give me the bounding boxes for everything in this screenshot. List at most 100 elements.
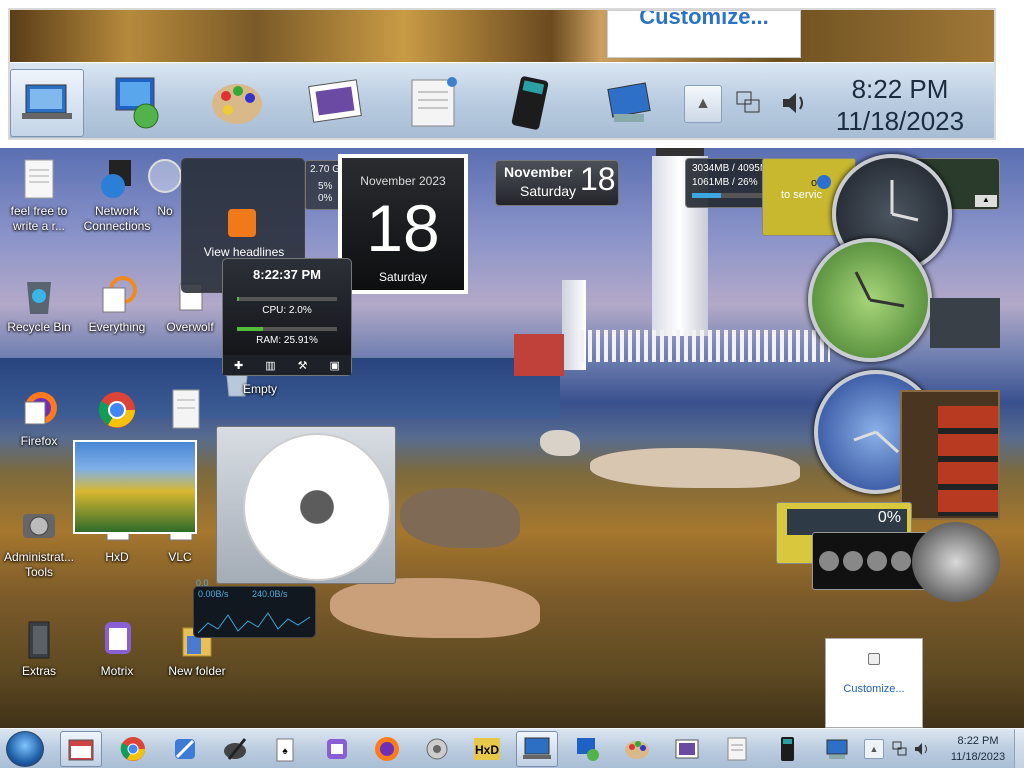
preview-customize-link[interactable]: Customize... [607,10,801,58]
wallpaper-rock [400,488,520,548]
calculator-icon[interactable] [766,731,808,767]
restart-button[interactable] [867,551,887,571]
svg-text:HxD: HxD [475,743,499,757]
chevron-up-icon: ▲ [695,95,711,112]
memory-used-percent: 1061MB / 26% [692,177,758,188]
remote-desktop-icon[interactable] [516,731,558,767]
wrench-icon[interactable]: ⚒ [298,359,308,372]
green-windows-clock-gadget[interactable] [808,238,932,362]
picture-puzzle-gadget[interactable] [900,390,1000,520]
zoom-tray-expand-button[interactable]: ▲ [684,85,722,123]
preview-viewport: Customize... ▲ 8:22 PM 11/18/2023 [8,8,996,140]
tray-expand-button[interactable]: ▲ [864,739,884,759]
everything-search-icon [102,276,137,313]
desktop-icon-everything[interactable]: Everything [78,274,156,335]
desktop-icon-label: feel free to write a r... [10,204,68,233]
sleep-button[interactable] [843,551,863,571]
solitaire-cards-icon[interactable]: ♠ [264,731,306,767]
desktop-icon-label: Everything [88,320,146,334]
info-icon [817,175,831,189]
hxd-icon[interactable]: HxD [466,731,508,767]
desktop-icon-recycle-bin[interactable]: Recycle Bin [0,274,78,335]
desktop-icon-label: New folder [168,664,226,678]
desktop-icon-label: No [157,204,173,218]
taskbar: ♠ HxD ▲ 8:22 PM 11/18/2023 [0,728,1024,768]
network-computer-icon[interactable] [102,69,176,137]
taskbar-clock[interactable]: 8:22 PM 11/18/2023 [940,733,1016,765]
motrix-icon [105,622,131,654]
wallpaper-rock [330,578,540,638]
calculator-icon[interactable] [494,69,568,137]
desktop-icon-label: VLC [168,550,192,564]
remote-desktop-icon[interactable] [10,69,84,137]
sidebar-gadget-icon[interactable] [816,731,858,767]
photo-viewer-icon[interactable] [666,731,708,767]
calendar-gadget[interactable]: November 2023 18 Saturday [338,154,468,294]
calendar-gadget-icon[interactable] [60,731,102,767]
gadget-small-icon [868,653,880,665]
customize-link[interactable]: Customize... [826,683,922,695]
settings-gear-icon[interactable] [416,731,458,767]
xcode-tools-icon[interactable] [164,731,206,767]
preview-clock[interactable]: 8:22 PM 11/18/2023 [830,73,970,137]
media-player-gadget[interactable] [216,426,396,584]
network-tray-icon[interactable] [728,69,768,137]
slideshow-gadget[interactable] [73,440,197,534]
preview-clock-date: 11/18/2023 [835,106,965,136]
lock-icon[interactable]: ▣ [330,359,340,372]
desktop-icon-admin-tools[interactable]: Administrat... Tools [0,504,78,580]
desktop-icon-label: Overwolf [166,320,214,334]
wallpaper-fence [580,330,830,362]
add-icon[interactable]: ✚ [234,359,243,372]
clock-hands-icon [854,271,905,308]
speaker-icon[interactable] [914,741,930,757]
chrome-icon[interactable] [112,731,154,767]
desktop-icon-label: Motrix [100,664,134,678]
calendar-day-number: 18 [366,191,440,265]
network-computer-icon[interactable] [566,731,608,767]
network-up-speed: 240.0B/s [252,589,288,599]
paint-palette-icon[interactable] [200,69,274,137]
cpu-core1-usage: 5% [318,181,333,192]
desktop-icon-firefox[interactable]: Firefox [0,388,78,449]
notepad-icon[interactable] [716,731,758,767]
start-button[interactable] [6,731,44,767]
desktop-icon-extras[interactable]: Extras [0,618,78,679]
date-day: 18 [580,161,616,197]
view-headlines-link[interactable]: View headlines [182,245,306,259]
network-tray-icon[interactable] [892,741,908,757]
network-meter-gadget: 0.00B/s 240.0B/s [193,586,316,638]
power-button[interactable] [819,551,839,571]
speaker-icon[interactable] [774,69,814,137]
notepad-icon[interactable] [396,69,470,137]
motrix-icon[interactable] [316,731,358,767]
ram-usage-text: RAM: 25.91% [256,335,318,346]
puzzle-tiles [938,406,998,516]
paint-palette-icon[interactable] [616,731,658,767]
desktop-icon-label: Recycle Bin [7,320,71,334]
cpu-usage-text: CPU: 2.0% [262,305,312,316]
sidebar-gadget-icon[interactable] [592,69,666,137]
desktop-icon-motrix[interactable]: Motrix [78,618,156,679]
calendar-face: November 2023 18 Saturday [342,158,464,290]
eject-button[interactable]: ▲ [975,195,997,207]
clock-side-panel [930,298,1000,348]
system-tray: ▲ 8:22 PM 11/18/2023 [860,731,1024,767]
desktop-icon-document[interactable]: feel free to write a r... [0,158,78,234]
text-document-icon [24,159,54,199]
chart-icon[interactable]: ▥ [265,359,275,372]
preview-wallpaper [10,10,994,62]
photo-viewer-icon[interactable] [298,69,372,137]
desktop[interactable]: feel free to write a r... Network Connec… [0,148,1024,728]
switch-user-button[interactable] [891,551,911,571]
desktop-icon-chrome[interactable] [78,388,156,434]
cpu-bar-fill [237,297,239,301]
system-time-value: 8:22:37 PM [253,267,321,282]
paint-brush-icon[interactable] [214,731,256,767]
calendar-weekday: Saturday [378,270,428,284]
taskbar-clock-date: 11/18/2023 [950,751,1006,763]
show-desktop-button[interactable] [1014,729,1024,768]
wallpaper-rock [590,448,800,488]
firefox-icon[interactable] [366,731,408,767]
desktop-icon-label: Empty [242,382,277,396]
